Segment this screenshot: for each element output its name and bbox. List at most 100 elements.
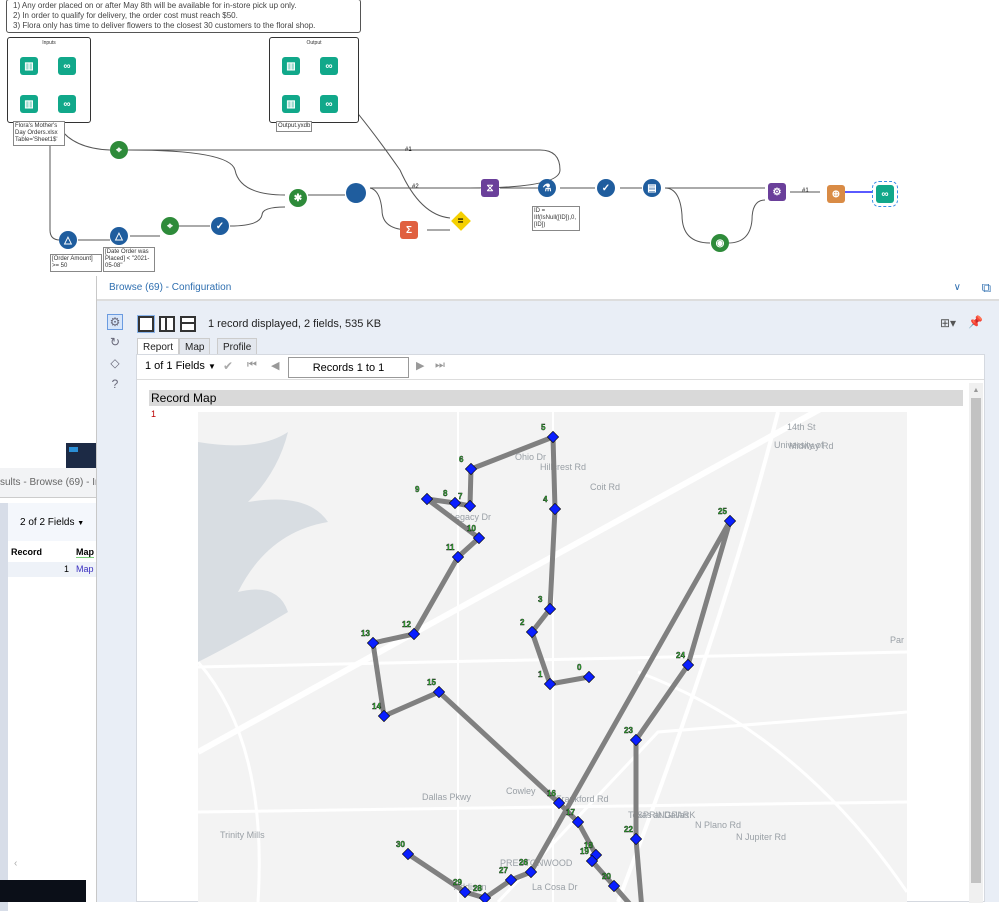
tab-map[interactable]: Map [179, 338, 211, 355]
help-icon[interactable]: ? [107, 377, 123, 393]
filter-icon: △ [115, 230, 123, 242]
results-side-toolbar [0, 503, 8, 911]
map-place-label: 14th St [787, 422, 816, 432]
route-stop-label: 24 [676, 651, 685, 660]
map-place-label: Coit Rd [590, 482, 620, 492]
browse-tool[interactable]: ∞ [320, 57, 338, 75]
macro-tool[interactable]: ⚙ [768, 183, 786, 201]
input-data-tool[interactable]: ▥ [282, 57, 300, 75]
route-stop-label: 19 [580, 847, 589, 856]
route-stop-label: 4 [543, 495, 548, 504]
chevron-down-icon[interactable]: ∨ [954, 282, 961, 293]
route-stop-label: 15 [427, 678, 436, 687]
select-tool[interactable]: ✓ [597, 179, 615, 197]
map-place-label: Trinity Mills [220, 830, 265, 840]
tab-profile[interactable]: Profile [217, 338, 258, 355]
connection-label: #1 [405, 147, 412, 153]
browse-tool[interactable]: ∞ [58, 57, 76, 75]
create-points-tool[interactable]: ⌖ [110, 141, 128, 159]
route-map[interactable]: SaddleridgeEstatesWetselGlendover ParkAl… [198, 412, 907, 902]
vertical-scrollbar[interactable]: ▲ [969, 383, 983, 903]
input-data-tool[interactable]: ▥ [20, 57, 38, 75]
browse-69-tool[interactable]: ∞ [872, 181, 898, 207]
route-stop-label: 6 [459, 455, 464, 464]
binoculars-icon: ∞ [881, 188, 889, 200]
create-points-tool[interactable]: ⌖ [161, 217, 179, 235]
route-stop-label: 0 [577, 663, 582, 672]
route-stop-label: 28 [473, 884, 482, 893]
pin-icon[interactable]: 📌 [968, 315, 983, 329]
filter-annotation: [Order Amount] >= 50 [50, 254, 102, 272]
config-header: Browse (69) - Configuration ∨ ⧉ [97, 276, 999, 301]
last-record-icon[interactable]: ⏭ [435, 359, 445, 372]
previous-record-icon[interactable]: ◀ [271, 359, 279, 372]
map-place-label: Ohio Dr [515, 452, 546, 462]
input-data-tool[interactable]: ▥ [282, 95, 300, 113]
record-number: 1 [151, 409, 157, 419]
add-column-icon[interactable]: ⊞▾ [940, 316, 956, 330]
filter-tool[interactable]: △ [110, 227, 128, 245]
poly-build-tool[interactable]: ⊕ [827, 185, 845, 203]
formula-tool[interactable]: ⚗ [538, 179, 556, 197]
fields-dropdown[interactable]: 1 of 1 Fields ▼ [145, 360, 216, 372]
gear-icon[interactable]: ⚙ [107, 314, 123, 330]
filter-annotation: [Date Order was Placed] < "2021-05-08" [103, 247, 155, 272]
sample-tool[interactable] [346, 183, 366, 203]
route-stop-label: 13 [361, 629, 370, 638]
sigma-icon: Σ [405, 224, 412, 236]
summarize-tool[interactable]: Σ [400, 221, 418, 239]
flask-icon: ⚗ [542, 182, 552, 194]
results-window: sults - Browse (69) - Ir 2 of 2 Fields ▼… [0, 468, 96, 911]
map-place-label: La Cosa Dr [532, 882, 578, 892]
checkmark-icon: ✓ [601, 182, 611, 194]
fields-selector[interactable]: 2 of 2 Fields ▼ [8, 503, 96, 541]
find-nearest-tool[interactable]: ✱ [289, 189, 307, 207]
map-place-label: N Jupiter Rd [736, 832, 786, 842]
undock-icon[interactable]: ⧉ [982, 280, 991, 296]
route-stop-label: 27 [499, 866, 508, 875]
next-record-icon[interactable]: ▶ [416, 359, 424, 372]
equals-icon: = [458, 215, 464, 227]
route-stop-label: 30 [396, 840, 405, 849]
route-stop-label: 16 [547, 789, 556, 798]
workflow-icon[interactable]: ↻ [107, 335, 123, 351]
layout-single-button[interactable] [137, 315, 155, 333]
map-place-label: N Plano Rd [695, 820, 741, 830]
join-tool[interactable]: ⧖ [481, 179, 499, 197]
route-stop-label: 10 [467, 524, 476, 533]
route-stop-label: 3 [538, 595, 543, 604]
records-range-field[interactable]: Records 1 to 1 [288, 357, 409, 378]
tag-icon[interactable]: ◇ [107, 356, 123, 372]
filter-tool[interactable]: △ [59, 231, 77, 249]
spatial-icon: ✱ [293, 192, 303, 204]
binoculars-icon: ∞ [63, 60, 71, 72]
table-row[interactable]: 1 Map [8, 562, 96, 577]
config-title: Browse (69) - Configuration [109, 282, 232, 293]
route-stop-label: 20 [602, 872, 611, 881]
report-header: Record Map [149, 390, 963, 406]
results-title: sults - Browse (69) - Ir [0, 468, 96, 498]
browse-tool[interactable]: ∞ [58, 95, 76, 113]
book-icon: ▥ [286, 98, 296, 110]
gears-icon: ⚙ [772, 186, 782, 198]
apply-check-icon[interactable]: ✔ [223, 359, 233, 373]
layout-vertical-button[interactable] [180, 316, 196, 332]
first-record-icon[interactable]: ⏮ [247, 359, 257, 372]
layout-horizontal-button[interactable] [159, 316, 175, 332]
route-stop-label: 29 [453, 878, 462, 887]
append-tool[interactable]: ▤ [643, 179, 661, 197]
map-place-label: Dallas Pkwy [422, 792, 472, 802]
route-stop-label: 25 [718, 507, 727, 516]
route-stop-label: 22 [624, 825, 633, 834]
checkmark-icon: ✓ [215, 220, 225, 232]
browse-tool[interactable]: ∞ [320, 95, 338, 113]
horizontal-scrollbar[interactable]: ‹ [8, 858, 96, 872]
input-data-tool[interactable]: ▥ [20, 95, 38, 113]
spatial-info-tool[interactable]: ◉ [711, 234, 729, 252]
input-annotation: Flora's Mother's Day Orders.xlsx Table='… [13, 121, 65, 146]
select-tool[interactable]: ✓ [211, 217, 229, 235]
filter-icon: △ [64, 234, 72, 246]
output-annotation: Output.yxdb [276, 121, 313, 132]
dropdown-arrow-icon: ▼ [207, 362, 216, 371]
route-stop-label: 1 [538, 670, 543, 679]
